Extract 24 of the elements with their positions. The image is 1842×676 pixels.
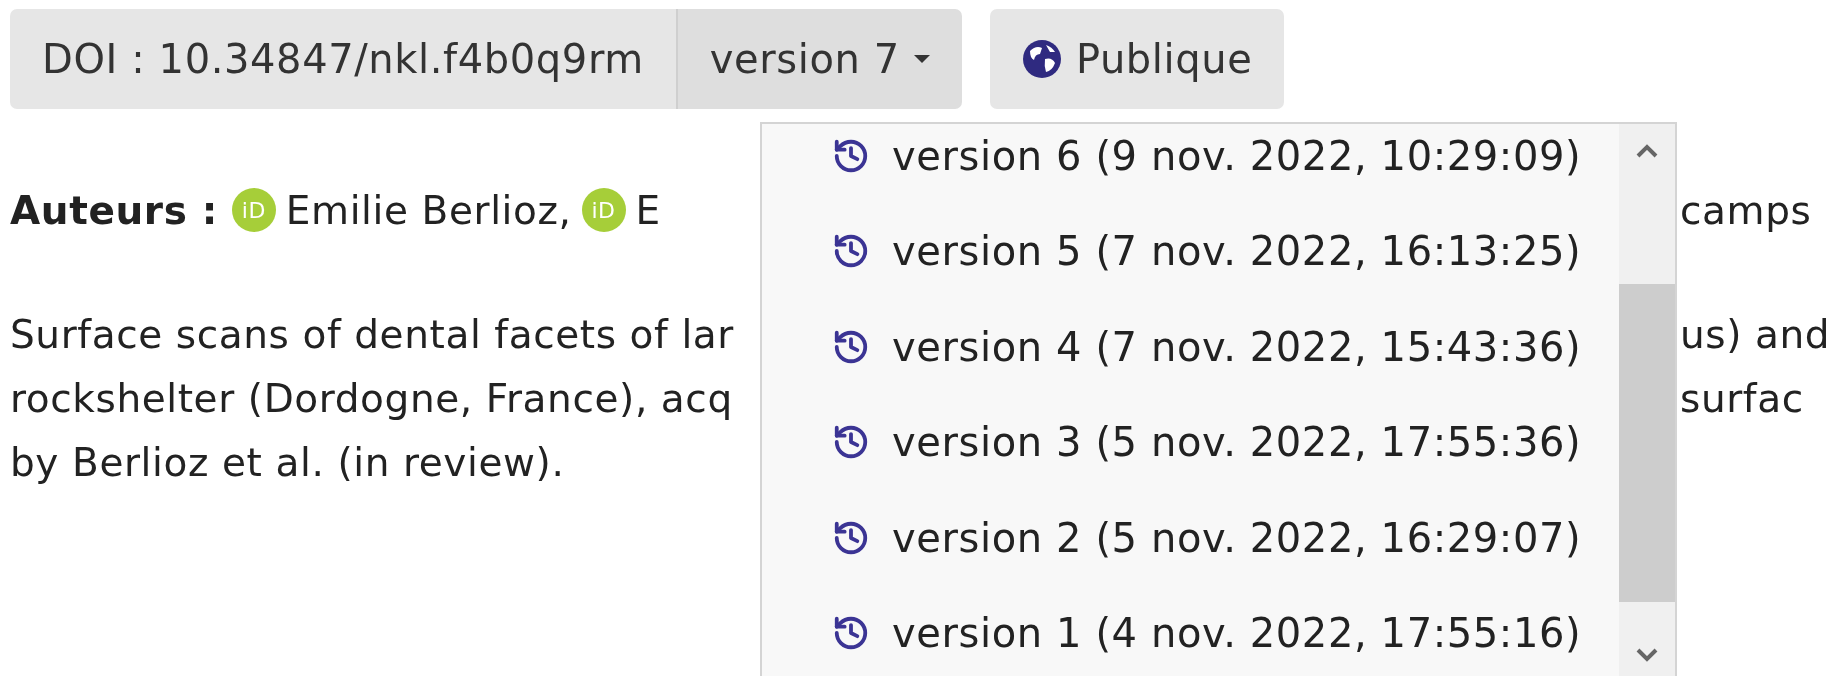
version-item[interactable]: version 4 (7 nov. 2022, 15:43:36)	[762, 299, 1619, 395]
scrollbar-thumb[interactable]	[1619, 284, 1675, 602]
chevron-down-icon[interactable]	[1635, 647, 1659, 663]
chevron-up-icon[interactable]	[1635, 143, 1659, 159]
globe-icon	[1021, 39, 1062, 79]
authors-label: Auteurs :	[10, 187, 218, 233]
doi-button[interactable]: DOI : 10.34847/nkl.f4b0q9rm	[10, 9, 676, 109]
author-name[interactable]: camps	[1680, 187, 1842, 233]
version-item[interactable]: version 1 (4 nov. 2022, 17:55:16)	[762, 585, 1619, 676]
author-name[interactable]: E	[635, 187, 661, 233]
version-item[interactable]: version 5 (7 nov. 2022, 16:13:25)	[762, 203, 1619, 299]
visibility-button[interactable]: Publique	[989, 9, 1285, 109]
scrollbar[interactable]	[1619, 124, 1675, 676]
description-text: us) and	[1680, 311, 1832, 357]
version-item[interactable]: version 2 (5 nov. 2022, 16:29:07)	[762, 490, 1619, 586]
version-dropdown[interactable]: version 7	[675, 9, 962, 109]
version-item[interactable]: version 3 (5 nov. 2022, 17:55:36)	[762, 394, 1619, 490]
version-item[interactable]: version 6 (9 nov. 2022, 10:29:09)	[762, 124, 1619, 204]
description-text: surfac	[1680, 375, 1805, 421]
description-text: by Berlioz et al. (in review).	[10, 439, 566, 485]
author-name[interactable]: Emilie Berlioz,	[285, 187, 572, 233]
description-text: rockshelter (Dordogne, France), acq	[10, 375, 734, 421]
description-text: Surface scans of dental facets of lar	[10, 311, 735, 357]
caret-icon	[913, 55, 930, 63]
